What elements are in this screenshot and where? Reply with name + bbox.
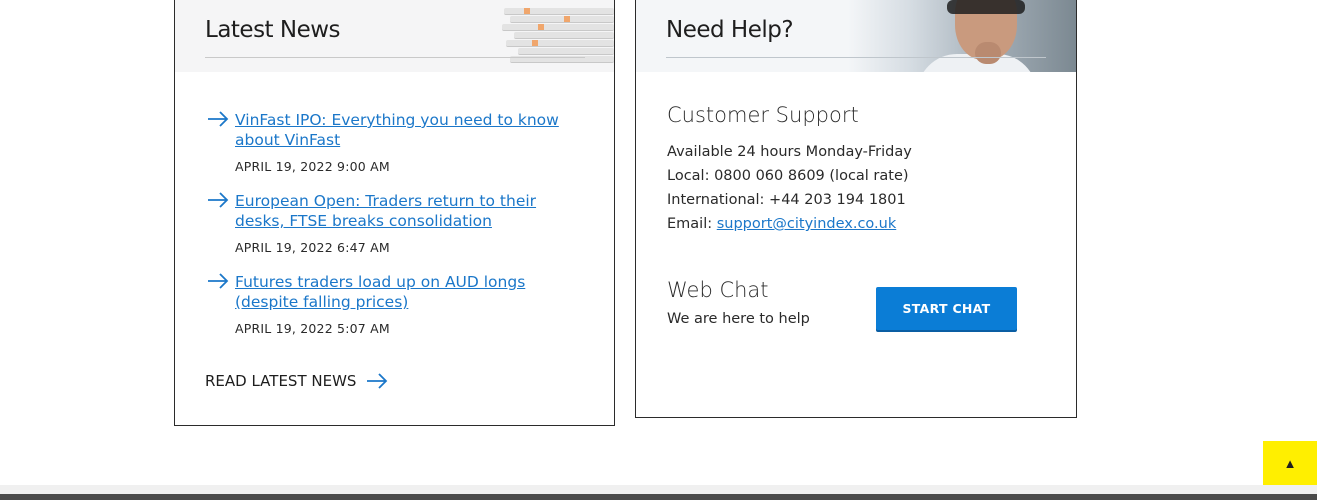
support-local-phone: Local: 0800 060 8609 (local rate) — [667, 168, 909, 184]
support-email-line: Email: support@cityindex.co.uk — [667, 212, 912, 236]
read-latest-news-link[interactable]: READ LATEST NEWS — [205, 372, 388, 390]
arrow-right-icon — [208, 192, 229, 208]
news-item: Futures traders load up on AUD longs (de… — [205, 272, 585, 336]
back-to-top-button[interactable]: ▲ — [1263, 441, 1317, 485]
web-chat-heading: Web Chat — [667, 278, 769, 302]
news-title-divider — [205, 57, 585, 58]
news-item: European Open: Traders return to their d… — [205, 191, 585, 255]
arrow-right-icon — [208, 273, 229, 289]
read-latest-news-label: READ LATEST NEWS — [205, 372, 357, 390]
news-date: APRIL 19, 2022 9:00 AM — [235, 159, 390, 174]
email-label: Email: — [667, 216, 717, 232]
support-international-phone: International: +44 203 194 1801 — [667, 192, 906, 208]
latest-news-card: Latest News VinFast IPO: Everything you … — [174, 0, 615, 426]
footer-divider — [0, 485, 1317, 494]
news-headline-link[interactable]: Futures traders load up on AUD longs (de… — [235, 272, 585, 312]
help-title: Need Help? — [666, 17, 794, 43]
help-header: Need Help? — [636, 0, 1076, 72]
support-details: Available 24 hours Monday-Friday Local: … — [667, 140, 912, 236]
customer-support-heading: Customer Support — [667, 103, 859, 127]
news-headline-link[interactable]: VinFast IPO: Everything you need to know… — [235, 110, 585, 150]
news-title: Latest News — [205, 17, 341, 43]
web-chat-subtitle: We are here to help — [667, 311, 810, 327]
start-chat-button[interactable]: START CHAT — [876, 287, 1017, 330]
support-email-link[interactable]: support@cityindex.co.uk — [717, 216, 897, 232]
news-headline-link[interactable]: European Open: Traders return to their d… — [235, 191, 585, 231]
footer-bar — [0, 494, 1317, 500]
news-header: Latest News — [175, 0, 614, 72]
newspaper-stack-illustration — [494, 0, 614, 72]
arrow-right-icon — [208, 111, 229, 127]
news-date: APRIL 19, 2022 6:47 AM — [235, 240, 390, 255]
news-date: APRIL 19, 2022 5:07 AM — [235, 321, 390, 336]
support-availability: Available 24 hours Monday-Friday — [667, 144, 912, 160]
arrow-right-icon — [367, 373, 388, 389]
news-list: VinFast IPO: Everything you need to know… — [205, 110, 585, 353]
need-help-card: Need Help? Customer Support Available 24… — [635, 0, 1077, 418]
help-title-divider — [666, 57, 1046, 58]
news-item: VinFast IPO: Everything you need to know… — [205, 110, 585, 174]
